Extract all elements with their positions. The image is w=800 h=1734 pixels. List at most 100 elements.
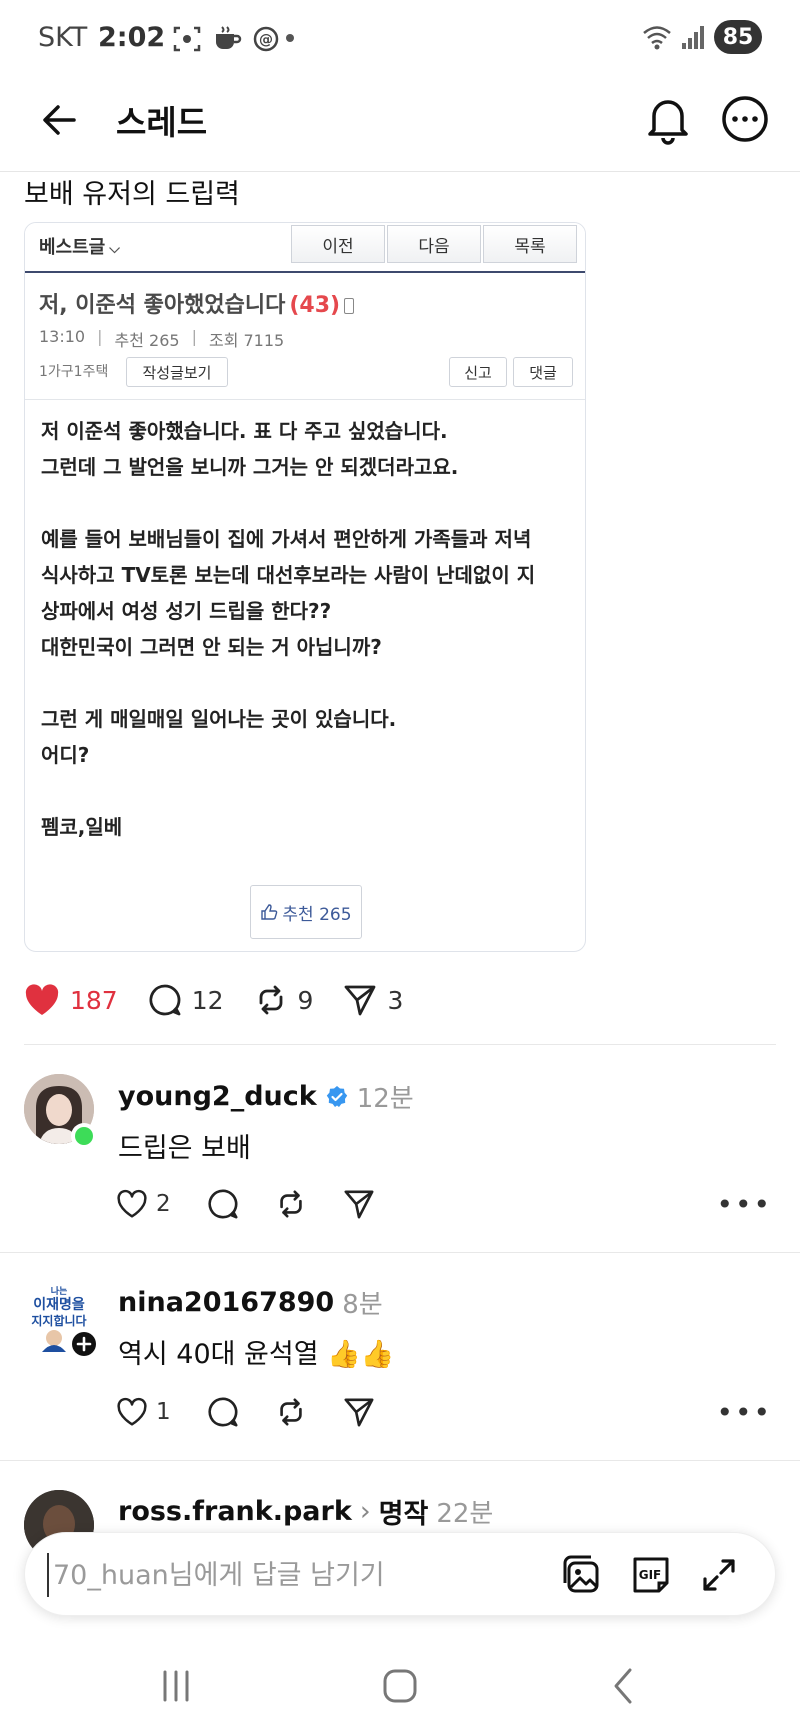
card-body-line: 펨코,일베 xyxy=(41,815,123,839)
prev-button: 이전 xyxy=(291,225,385,263)
comment-icon xyxy=(208,1189,238,1219)
card-body-line xyxy=(41,485,571,521)
gif-label: GIF xyxy=(639,1568,662,1582)
comment-more-button[interactable]: ••• xyxy=(716,1396,772,1429)
card-post-title: 저, 이준석 좋아했었습니다 (43) xyxy=(39,287,355,319)
divider xyxy=(0,1460,800,1461)
comment-repost-button[interactable] xyxy=(275,1396,307,1428)
heart-outline-icon xyxy=(117,1397,147,1426)
wifi-icon xyxy=(643,26,671,50)
divider xyxy=(0,1252,800,1253)
card-reply-button: 댓글 xyxy=(513,357,573,387)
system-icons: 85 xyxy=(642,20,762,54)
send-icon xyxy=(344,1398,374,1427)
comment-time: 8분 xyxy=(342,1290,383,1320)
comment-share-button[interactable] xyxy=(343,1396,375,1428)
divider xyxy=(24,1044,776,1045)
system-nav-bar xyxy=(0,1642,800,1734)
expand-icon[interactable] xyxy=(697,1553,741,1597)
comment-button[interactable]: 12 xyxy=(148,983,224,1017)
comment-icon xyxy=(149,984,181,1016)
comment-text: 드립은 보배 xyxy=(118,1133,251,1164)
comment-like-count: 1 xyxy=(156,1399,171,1425)
writer-posts-button: 작성글보기 xyxy=(126,357,228,387)
card-body: 저 이준석 좋아했습니다. 표 다 주고 싶었습니다. 그런데 그 발언을 보니… xyxy=(41,413,571,845)
card-meta: 13:10 | 추천 265 | 조회 7115 xyxy=(39,327,284,351)
coffee-icon xyxy=(216,26,242,49)
repost-button[interactable]: 9 xyxy=(254,983,313,1017)
meta-separator: | xyxy=(97,327,103,346)
best-label-text: 베스트글 xyxy=(39,237,106,258)
chevron-right-icon: › xyxy=(359,1496,371,1527)
post-text: 보배 유저의 드립력 xyxy=(24,179,240,210)
comment-count: 12 xyxy=(191,985,224,1015)
notification-icons: @ xyxy=(172,24,280,54)
like-count: 187 xyxy=(70,985,118,1015)
comment-more-button[interactable]: ••• xyxy=(716,1188,772,1221)
back-nav-icon[interactable] xyxy=(600,1662,648,1710)
notifications-button[interactable] xyxy=(644,94,692,146)
reply-to-label[interactable]: 명작 xyxy=(379,1492,429,1531)
report-button: 신고 xyxy=(449,357,507,387)
comment-time: 12분 xyxy=(356,1084,414,1114)
comment-text: 역시 40대 윤석열 👍👍 xyxy=(118,1339,395,1370)
comment-like-button[interactable]: 1 xyxy=(116,1397,171,1427)
like-button[interactable]: 187 xyxy=(24,983,118,1017)
card-body-line: 식사하고 TV토론 보는데 대선후보라는 사람이 난데없이 지 xyxy=(41,563,536,587)
bell-icon xyxy=(648,100,688,145)
comment-actions: 2 xyxy=(116,1188,411,1220)
comment-reply-button[interactable] xyxy=(207,1188,239,1220)
share-count: 3 xyxy=(387,985,404,1015)
post-image-card[interactable]: 베스트글 ⌵ 이전 다음 목록 저, 이준석 좋아했었습니다 (43) 13:10 … xyxy=(24,222,586,952)
comment-username[interactable]: young2_duck xyxy=(118,1081,317,1112)
card-recommend-button: 추천 265 xyxy=(250,885,362,939)
card-body-line: 그런데 그 발언을 보니까 그거는 안 되겠더라고요. xyxy=(41,455,459,479)
card-writer: 1가구1주택 xyxy=(39,364,109,380)
comment-time: 22분 xyxy=(436,1499,494,1529)
avatar-text-line: 나는 xyxy=(51,1285,68,1297)
app-header: 스레드 xyxy=(0,80,800,172)
comment-username[interactable]: ross.frank.park xyxy=(118,1496,352,1527)
image-icon[interactable] xyxy=(561,1553,605,1597)
more-circle-icon xyxy=(722,96,768,142)
comment-repost-button[interactable] xyxy=(275,1188,307,1220)
post-actions: 187 12 9 3 xyxy=(24,980,433,1020)
card-meta-time: 13:10 xyxy=(39,327,86,346)
clock-time: 2:02 xyxy=(98,22,166,53)
comment-share-button[interactable] xyxy=(343,1188,375,1220)
repost-icon xyxy=(279,1398,302,1426)
more-options-button[interactable] xyxy=(720,94,770,144)
card-body-line: 저 이준석 좋아했습니다. 표 다 주고 싶었습니다. xyxy=(41,419,448,443)
card-meta-views: 조회 7115 xyxy=(208,331,285,350)
comment-username-row: young2_duck 12분 xyxy=(118,1078,414,1115)
heart-filled-icon xyxy=(25,984,59,1015)
carrier-label: SKT xyxy=(38,22,88,53)
follow-plus-icon[interactable] xyxy=(68,1328,100,1360)
heart-outline-icon xyxy=(117,1189,147,1218)
status-bar: SKT 2:02 @ 85 xyxy=(0,0,800,80)
card-recommend-label: 추천 265 xyxy=(282,904,352,925)
signal-icon xyxy=(682,26,704,49)
reply-input[interactable] xyxy=(47,1553,557,1597)
home-icon[interactable] xyxy=(376,1662,424,1710)
comment-username[interactable]: nina20167890 xyxy=(118,1287,334,1318)
send-icon xyxy=(345,985,376,1016)
comment-reply-button[interactable] xyxy=(207,1396,239,1428)
gif-icon[interactable]: GIF xyxy=(629,1553,673,1597)
comment-actions: 1 xyxy=(116,1396,411,1428)
recent-apps-icon[interactable] xyxy=(152,1662,200,1710)
comment-like-count: 2 xyxy=(156,1191,171,1217)
mobile-icon xyxy=(344,298,355,314)
online-status-icon xyxy=(71,1123,97,1149)
thumbs-up-icon xyxy=(261,904,278,920)
card-body-line xyxy=(41,665,571,701)
share-button[interactable]: 3 xyxy=(343,983,403,1017)
comment-like-button[interactable]: 2 xyxy=(116,1189,171,1219)
card-title-text: 저, 이준석 좋아했었습니다 xyxy=(39,293,286,318)
chevron-down-icon: ⌵ xyxy=(109,241,120,257)
threads-icon: @ xyxy=(253,26,279,52)
avatar-text-line: 지지합니다 xyxy=(31,1313,86,1328)
back-button[interactable] xyxy=(38,98,82,142)
meta-separator: | xyxy=(191,327,197,346)
reply-composer: GIF xyxy=(24,1532,776,1616)
